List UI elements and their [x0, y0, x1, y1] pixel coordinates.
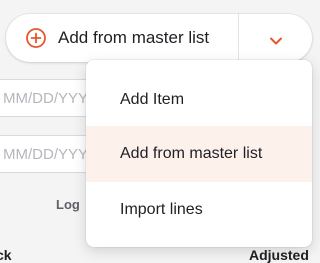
- dropdown-toggle-button[interactable]: [239, 14, 312, 62]
- end-date-placeholder: MM/DD/YYYY: [3, 145, 94, 163]
- tab-log[interactable]: Log: [56, 197, 80, 212]
- add-options-menu: Add Item Add from master list Import lin…: [86, 60, 312, 247]
- add-split-button: Add from master list: [6, 14, 312, 62]
- add-from-master-list-button[interactable]: Add from master list: [6, 14, 238, 62]
- plus-circle-icon: [25, 27, 47, 49]
- end-date-field[interactable]: MM/DD/YYYY: [0, 135, 94, 173]
- menu-item-add-from-master-list[interactable]: Add from master list: [86, 126, 312, 182]
- column-header-left: ck: [0, 247, 12, 263]
- column-header-adjusted: Adjusted: [249, 247, 309, 263]
- start-date-placeholder: MM/DD/YYYY: [3, 89, 94, 107]
- split-button-label: Add from master list: [58, 28, 210, 47]
- menu-item-import-lines[interactable]: Import lines: [86, 182, 312, 238]
- chevron-down-icon: [269, 33, 283, 45]
- start-date-field[interactable]: MM/DD/YYYY: [0, 79, 94, 117]
- menu-item-add-item[interactable]: Add Item: [86, 72, 312, 128]
